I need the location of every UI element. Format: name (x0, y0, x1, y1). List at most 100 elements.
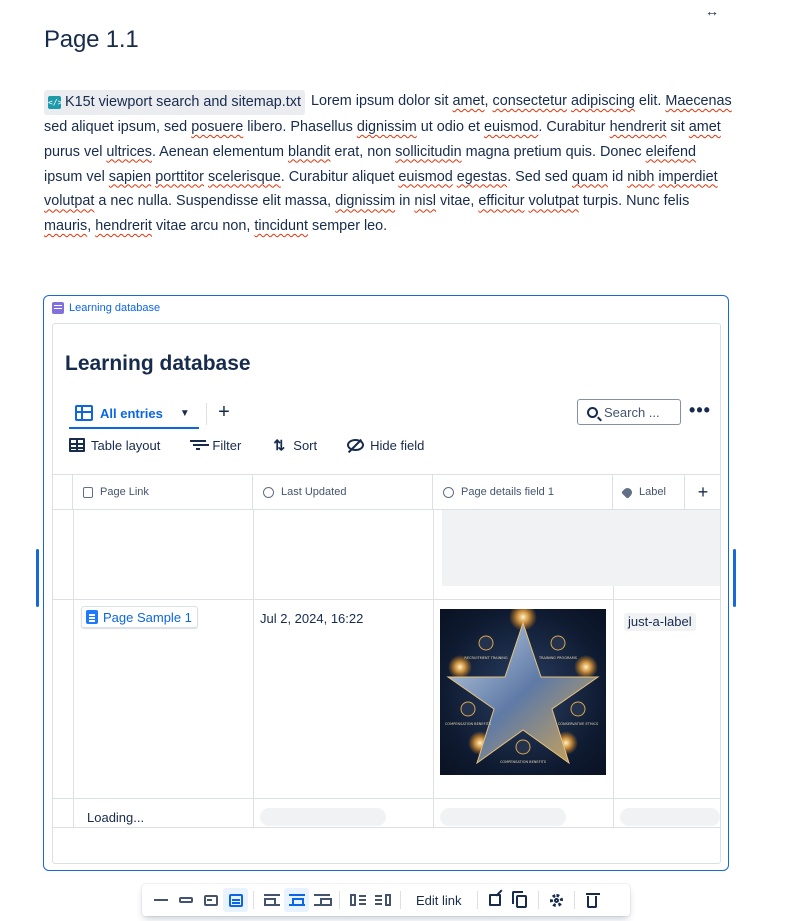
paragraph-segment: magna pretium quis. (461, 143, 600, 160)
spellcheck-word: hendrerit (95, 218, 152, 235)
tab-divider (206, 403, 207, 425)
paragraph-segment: . Curabitur (538, 118, 610, 135)
embed-view-icon[interactable] (223, 888, 248, 912)
database-icon (52, 302, 64, 314)
row-handle-column (53, 475, 73, 509)
database-toolbar: Table layout Filter ⇅ Sort Hide field (69, 434, 454, 456)
body-paragraph: </> K15t viewport search and sitemap.txt … (44, 89, 734, 239)
spellcheck-word: consectetur (492, 93, 567, 109)
label-chip[interactable]: just-a-label (624, 613, 696, 631)
column-header-page-link[interactable]: Page Link (73, 475, 253, 509)
settings-icon[interactable] (544, 888, 569, 912)
copy-icon[interactable] (508, 888, 533, 912)
spellcheck-word: amet (688, 118, 721, 135)
table-layout-button[interactable]: Table layout (69, 438, 160, 453)
spellcheck-word: amet (452, 93, 485, 109)
database-container: Learning database All entries ▼ + Search… (52, 323, 721, 864)
column-label: Page Link (100, 486, 149, 498)
macro-label: Learning database (52, 302, 160, 314)
spellcheck-word: hendrerit (609, 118, 667, 135)
add-column-button[interactable]: + (685, 475, 720, 509)
view-tab-label: All entries (100, 405, 163, 421)
smart-link-icon[interactable] (173, 888, 198, 912)
search-placeholder: Search ... (604, 404, 660, 420)
toolbar-separator (400, 891, 401, 909)
last-updated-value: Jul 2, 2024, 16:22 (260, 611, 364, 626)
search-button[interactable]: Search ... (577, 399, 681, 425)
spellcheck-word: porttitor (155, 168, 204, 185)
paragraph-segment: id (608, 168, 628, 185)
spellcheck-word: sapien (108, 168, 152, 185)
paragraph-segment: . Sed sed (507, 168, 572, 185)
chevron-down-icon[interactable]: ▼ (180, 408, 190, 419)
sort-icon: ⇅ (273, 437, 286, 453)
open-external-icon[interactable] (483, 888, 508, 912)
column-header-label[interactable]: Label (613, 475, 685, 509)
hide-field-button[interactable]: Hide field (347, 438, 424, 453)
spellcheck-word: euismod (484, 118, 539, 135)
sort-button[interactable]: ⇅ Sort (271, 438, 317, 453)
more-options-button[interactable]: ••• (688, 400, 712, 424)
inline-file-link[interactable]: </> K15t viewport search and sitemap.txt (44, 90, 305, 115)
filter-label: Filter (212, 437, 242, 453)
spellcheck-word: ultrices (106, 143, 152, 160)
align-center-icon[interactable] (284, 888, 309, 912)
spellcheck-word: adipiscing (570, 93, 635, 109)
paragraph-segment: semper leo. (308, 218, 388, 235)
paragraph-segment: Lorem ipsum dolor sit (306, 93, 453, 109)
image-caption: TRAINING PROGRAMS (538, 656, 578, 660)
wrap-right-icon[interactable] (370, 888, 395, 912)
star-graphic: RECRUITMENT TRAINING TRAINING PROGRAMS C… (445, 609, 600, 765)
page-link-chip[interactable]: Page Sample 1 (81, 606, 198, 628)
spellcheck-word: imperdiet (658, 168, 718, 185)
paragraph-segment: a nec nulla. Suspendisse elit massa, (94, 193, 336, 210)
toolbar-separator (537, 891, 539, 909)
spellcheck-word: dignissim (335, 193, 396, 210)
arrows-horizontal-icon[interactable]: ↔ (702, 4, 722, 18)
spellcheck-word: eleifend (645, 143, 697, 160)
spellcheck-word: euismod (398, 168, 453, 185)
table-layout-label: Table layout (91, 437, 161, 453)
card-view-icon[interactable] (198, 888, 223, 912)
toolbar-separator (339, 891, 340, 909)
spellcheck-word: tincidunt (254, 218, 308, 235)
paragraph-segment: ipsum vel (44, 168, 109, 185)
align-right-icon[interactable] (309, 888, 334, 912)
column-header-last-updated[interactable]: Last Updated (253, 475, 433, 509)
add-view-button[interactable]: + (215, 400, 233, 424)
spellcheck-word: volutpat (44, 193, 95, 210)
wrap-left-icon[interactable] (345, 888, 370, 912)
delete-icon[interactable] (580, 888, 605, 912)
toolbar-separator (573, 891, 575, 909)
page-icon (86, 610, 98, 624)
spellcheck-word: nisl (414, 193, 436, 210)
paragraph-segment: libero. Phasellus (243, 118, 357, 135)
table-header: Page Link Last Updated Page details fiel… (53, 474, 720, 510)
star-image[interactable]: RECRUITMENT TRAINING TRAINING PROGRAMS C… (440, 609, 606, 775)
cell-placeholder (442, 510, 720, 586)
resize-handle-left[interactable] (36, 549, 39, 607)
info-icon (263, 486, 274, 498)
tab-all-entries[interactable]: All entries ▼ (69, 399, 199, 429)
toolbar-separator (253, 891, 254, 909)
spellcheck-word: dignissim (356, 118, 417, 135)
column-divider (73, 510, 74, 828)
paragraph-segment: purus vel (44, 143, 107, 160)
spellcheck-word: egestas (456, 168, 508, 185)
column-header-page-details[interactable]: Page details field 1 (433, 475, 613, 509)
spellcheck-word: blandit (288, 143, 331, 160)
filter-button[interactable]: Filter (190, 438, 241, 453)
filter-icon (190, 438, 207, 452)
paragraph-segment: , (87, 218, 96, 235)
inline-view-icon[interactable] (148, 888, 173, 912)
spellcheck-word: volutpat (528, 193, 579, 210)
align-left-icon[interactable] (259, 888, 284, 912)
column-divider (253, 510, 254, 828)
paragraph-segment: turpis. Nunc felis (578, 193, 690, 210)
resize-handle-right[interactable] (733, 549, 736, 607)
column-divider (433, 510, 434, 828)
image-caption: RECRUITMENT TRAINING (464, 656, 507, 660)
spellcheck-word: efficitur (478, 193, 525, 210)
edit-link-button[interactable]: Edit link (406, 893, 472, 908)
table-bottom-border (53, 827, 720, 828)
